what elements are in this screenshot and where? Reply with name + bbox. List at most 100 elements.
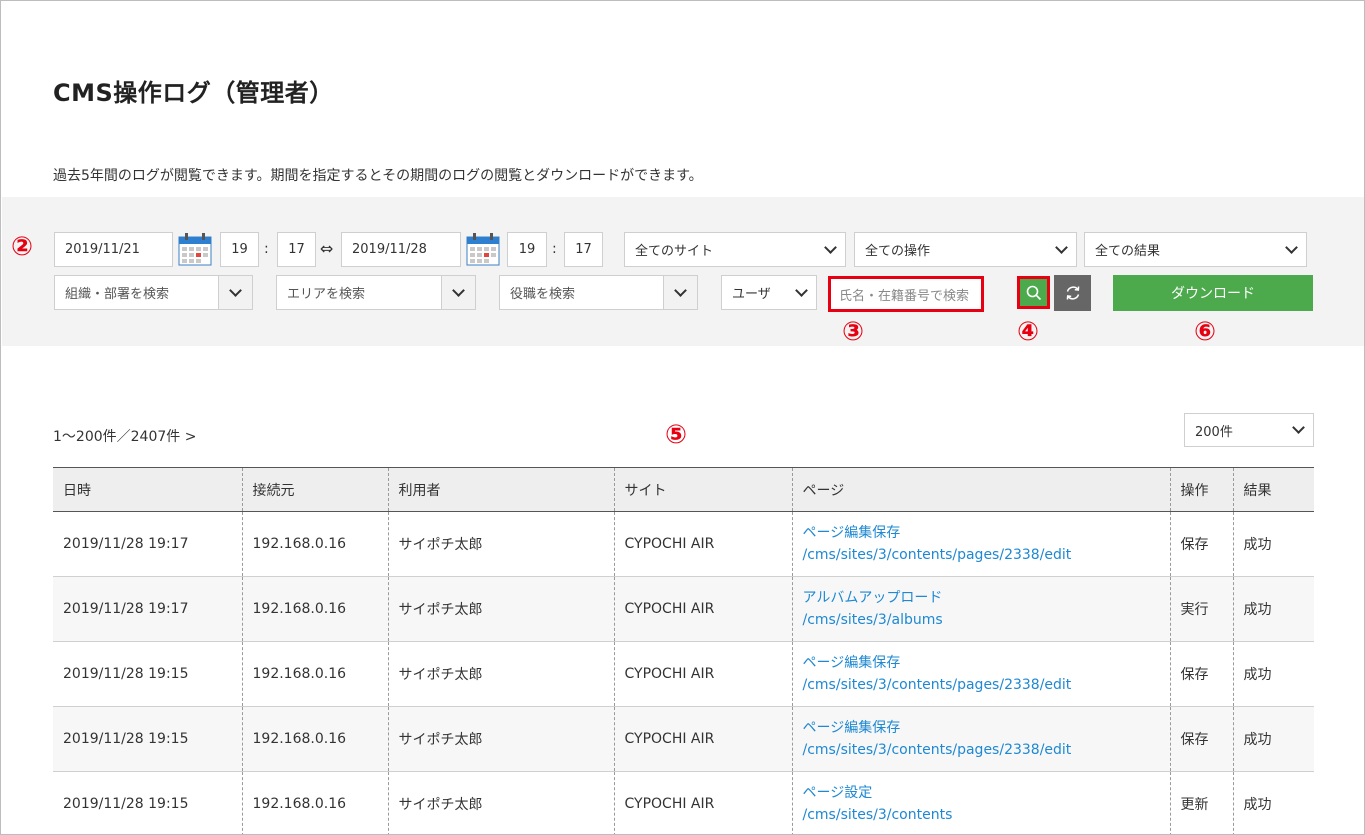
log-table: 日時 接続元 利用者 サイト ページ 操作 結果 2019/11/28 19:1…	[53, 467, 1314, 834]
area-search-input[interactable]: エリアを検索	[277, 276, 441, 309]
cell-source: 192.168.0.16	[241, 511, 388, 577]
org-search-input[interactable]: 組織・部署を検索	[55, 276, 218, 309]
position-search-input[interactable]: 役職を検索	[500, 276, 663, 309]
start-date-field[interactable]: 2019/11/21	[54, 232, 173, 267]
cell-site: CYPOCHI AIR	[613, 511, 792, 577]
cell-source: 192.168.0.16	[241, 641, 388, 707]
header-user: 利用者	[387, 467, 614, 512]
page-title-link[interactable]: ページ設定	[803, 782, 1170, 804]
filter-panel	[2, 197, 1364, 346]
cell-user: サイポチ太郎	[387, 511, 614, 577]
header-source: 接続元	[241, 467, 388, 512]
header-datetime: 日時	[53, 467, 242, 512]
header-operation: 操作	[1169, 467, 1233, 512]
area-search-combo[interactable]: エリアを検索	[276, 275, 476, 310]
per-page-label: 200件	[1195, 424, 1233, 440]
annotation-marker-6: ⑥	[1194, 317, 1217, 347]
cell-operation: 保存	[1169, 706, 1233, 772]
user-type-label: ユーザ	[732, 287, 771, 302]
start-minute-field[interactable]: 17	[277, 232, 316, 267]
table-row: 2019/11/28 19:17 192.168.0.16 サイポチ太郎 CYP…	[53, 576, 1314, 642]
page-title-link[interactable]: アルバムアップロード	[803, 587, 1170, 609]
end-hour-field[interactable]: 19	[507, 232, 547, 267]
result-count-pagination[interactable]: 1〜200件／2407件 >	[53, 426, 196, 446]
page-path-link[interactable]: /cms/sites/3/albums	[803, 609, 1170, 631]
position-dropdown-button[interactable]	[663, 276, 697, 309]
cell-page: ページ設定 /cms/sites/3/contents	[791, 771, 1170, 834]
cell-result: 成功	[1232, 641, 1314, 707]
user-type-select[interactable]: ユーザ	[721, 275, 817, 310]
name-search-input[interactable]: 氏名・在籍番号で検索	[831, 279, 981, 309]
cell-page: アルバムアップロード /cms/sites/3/albums	[791, 576, 1170, 642]
result-select[interactable]: 全ての結果	[1084, 232, 1307, 267]
operation-select-label: 全ての操作	[865, 244, 931, 259]
page-title-link[interactable]: ページ編集保存	[803, 522, 1170, 544]
cell-user: サイポチ太郎	[387, 771, 614, 834]
table-row: 2019/11/28 19:17 192.168.0.16 サイポチ太郎 CYP…	[53, 511, 1314, 577]
cell-operation: 保存	[1169, 641, 1233, 707]
cell-datetime: 2019/11/28 19:15	[53, 771, 242, 834]
chevron-down-icon	[1285, 240, 1298, 254]
time-separator: :	[264, 241, 269, 257]
calendar-icon[interactable]	[178, 232, 212, 266]
cell-page: ページ編集保存 /cms/sites/3/contents/pages/2338…	[791, 641, 1170, 707]
reset-button[interactable]	[1054, 275, 1091, 311]
result-select-label: 全ての結果	[1095, 244, 1161, 259]
site-select-label: 全てのサイト	[635, 244, 714, 259]
cell-source: 192.168.0.16	[241, 706, 388, 772]
cell-datetime: 2019/11/28 19:17	[53, 511, 242, 577]
annotation-marker-4: ④	[1017, 317, 1040, 347]
annotation-marker-5: ⑤	[665, 420, 688, 450]
cell-datetime: 2019/11/28 19:17	[53, 576, 242, 642]
header-result: 結果	[1232, 467, 1314, 512]
cell-operation: 実行	[1169, 576, 1233, 642]
cell-site: CYPOCHI AIR	[613, 771, 792, 834]
search-button[interactable]	[1020, 279, 1047, 306]
table-row: 2019/11/28 19:15 192.168.0.16 サイポチ太郎 CYP…	[53, 771, 1314, 834]
page-path-link[interactable]: /cms/sites/3/contents/pages/2338/edit	[803, 674, 1170, 696]
cell-site: CYPOCHI AIR	[613, 706, 792, 772]
annotation-marker-3: ③	[842, 317, 865, 347]
page-title-link[interactable]: ページ編集保存	[803, 717, 1170, 739]
start-hour-field[interactable]: 19	[220, 232, 259, 267]
cell-source: 192.168.0.16	[241, 576, 388, 642]
annotation-marker-2: ②	[11, 232, 34, 262]
chevron-down-icon	[824, 240, 837, 254]
cell-datetime: 2019/11/28 19:15	[53, 706, 242, 772]
end-date-field[interactable]: 2019/11/28	[341, 232, 461, 267]
end-minute-field[interactable]: 17	[564, 232, 603, 267]
cell-user: サイポチ太郎	[387, 641, 614, 707]
cell-operation: 保存	[1169, 511, 1233, 577]
cell-operation: 更新	[1169, 771, 1233, 834]
refresh-icon	[1066, 286, 1079, 300]
page-path-link[interactable]: /cms/sites/3/contents/pages/2338/edit	[803, 739, 1170, 761]
chevron-down-icon	[452, 283, 465, 297]
cell-result: 成功	[1232, 576, 1314, 642]
chevron-down-icon	[674, 283, 687, 297]
cell-result: 成功	[1232, 706, 1314, 772]
cell-user: サイポチ太郎	[387, 706, 614, 772]
site-select[interactable]: 全てのサイト	[624, 232, 846, 267]
page-path-link[interactable]: /cms/sites/3/contents/pages/2338/edit	[803, 544, 1170, 566]
per-page-select[interactable]: 200件	[1184, 413, 1314, 447]
page-title-link[interactable]: ページ編集保存	[803, 652, 1170, 674]
time-separator: :	[552, 241, 557, 257]
download-button[interactable]: ダウンロード	[1113, 275, 1313, 311]
operation-select[interactable]: 全ての操作	[854, 232, 1077, 267]
table-row: 2019/11/28 19:15 192.168.0.16 サイポチ太郎 CYP…	[53, 641, 1314, 707]
table-row: 2019/11/28 19:15 192.168.0.16 サイポチ太郎 CYP…	[53, 706, 1314, 772]
org-search-combo[interactable]: 組織・部署を検索	[54, 275, 253, 310]
area-dropdown-button[interactable]	[441, 276, 475, 309]
org-dropdown-button[interactable]	[218, 276, 252, 309]
page-frame: CMS操作ログ（管理者） 過去5年間のログが閲覧できます。期間を指定するとその期…	[0, 0, 1365, 835]
position-search-combo[interactable]: 役職を検索	[499, 275, 698, 310]
cell-datetime: 2019/11/28 19:15	[53, 641, 242, 707]
cell-result: 成功	[1232, 511, 1314, 577]
chevron-down-icon	[229, 283, 242, 297]
cell-user: サイポチ太郎	[387, 576, 614, 642]
cell-site: CYPOCHI AIR	[613, 641, 792, 707]
calendar-icon[interactable]	[466, 232, 500, 266]
page-path-link[interactable]: /cms/sites/3/contents	[803, 804, 1170, 826]
chevron-down-icon	[795, 283, 808, 297]
page-description: 過去5年間のログが閲覧できます。期間を指定するとその期間のログの閲覧とダウンロー…	[53, 168, 703, 184]
